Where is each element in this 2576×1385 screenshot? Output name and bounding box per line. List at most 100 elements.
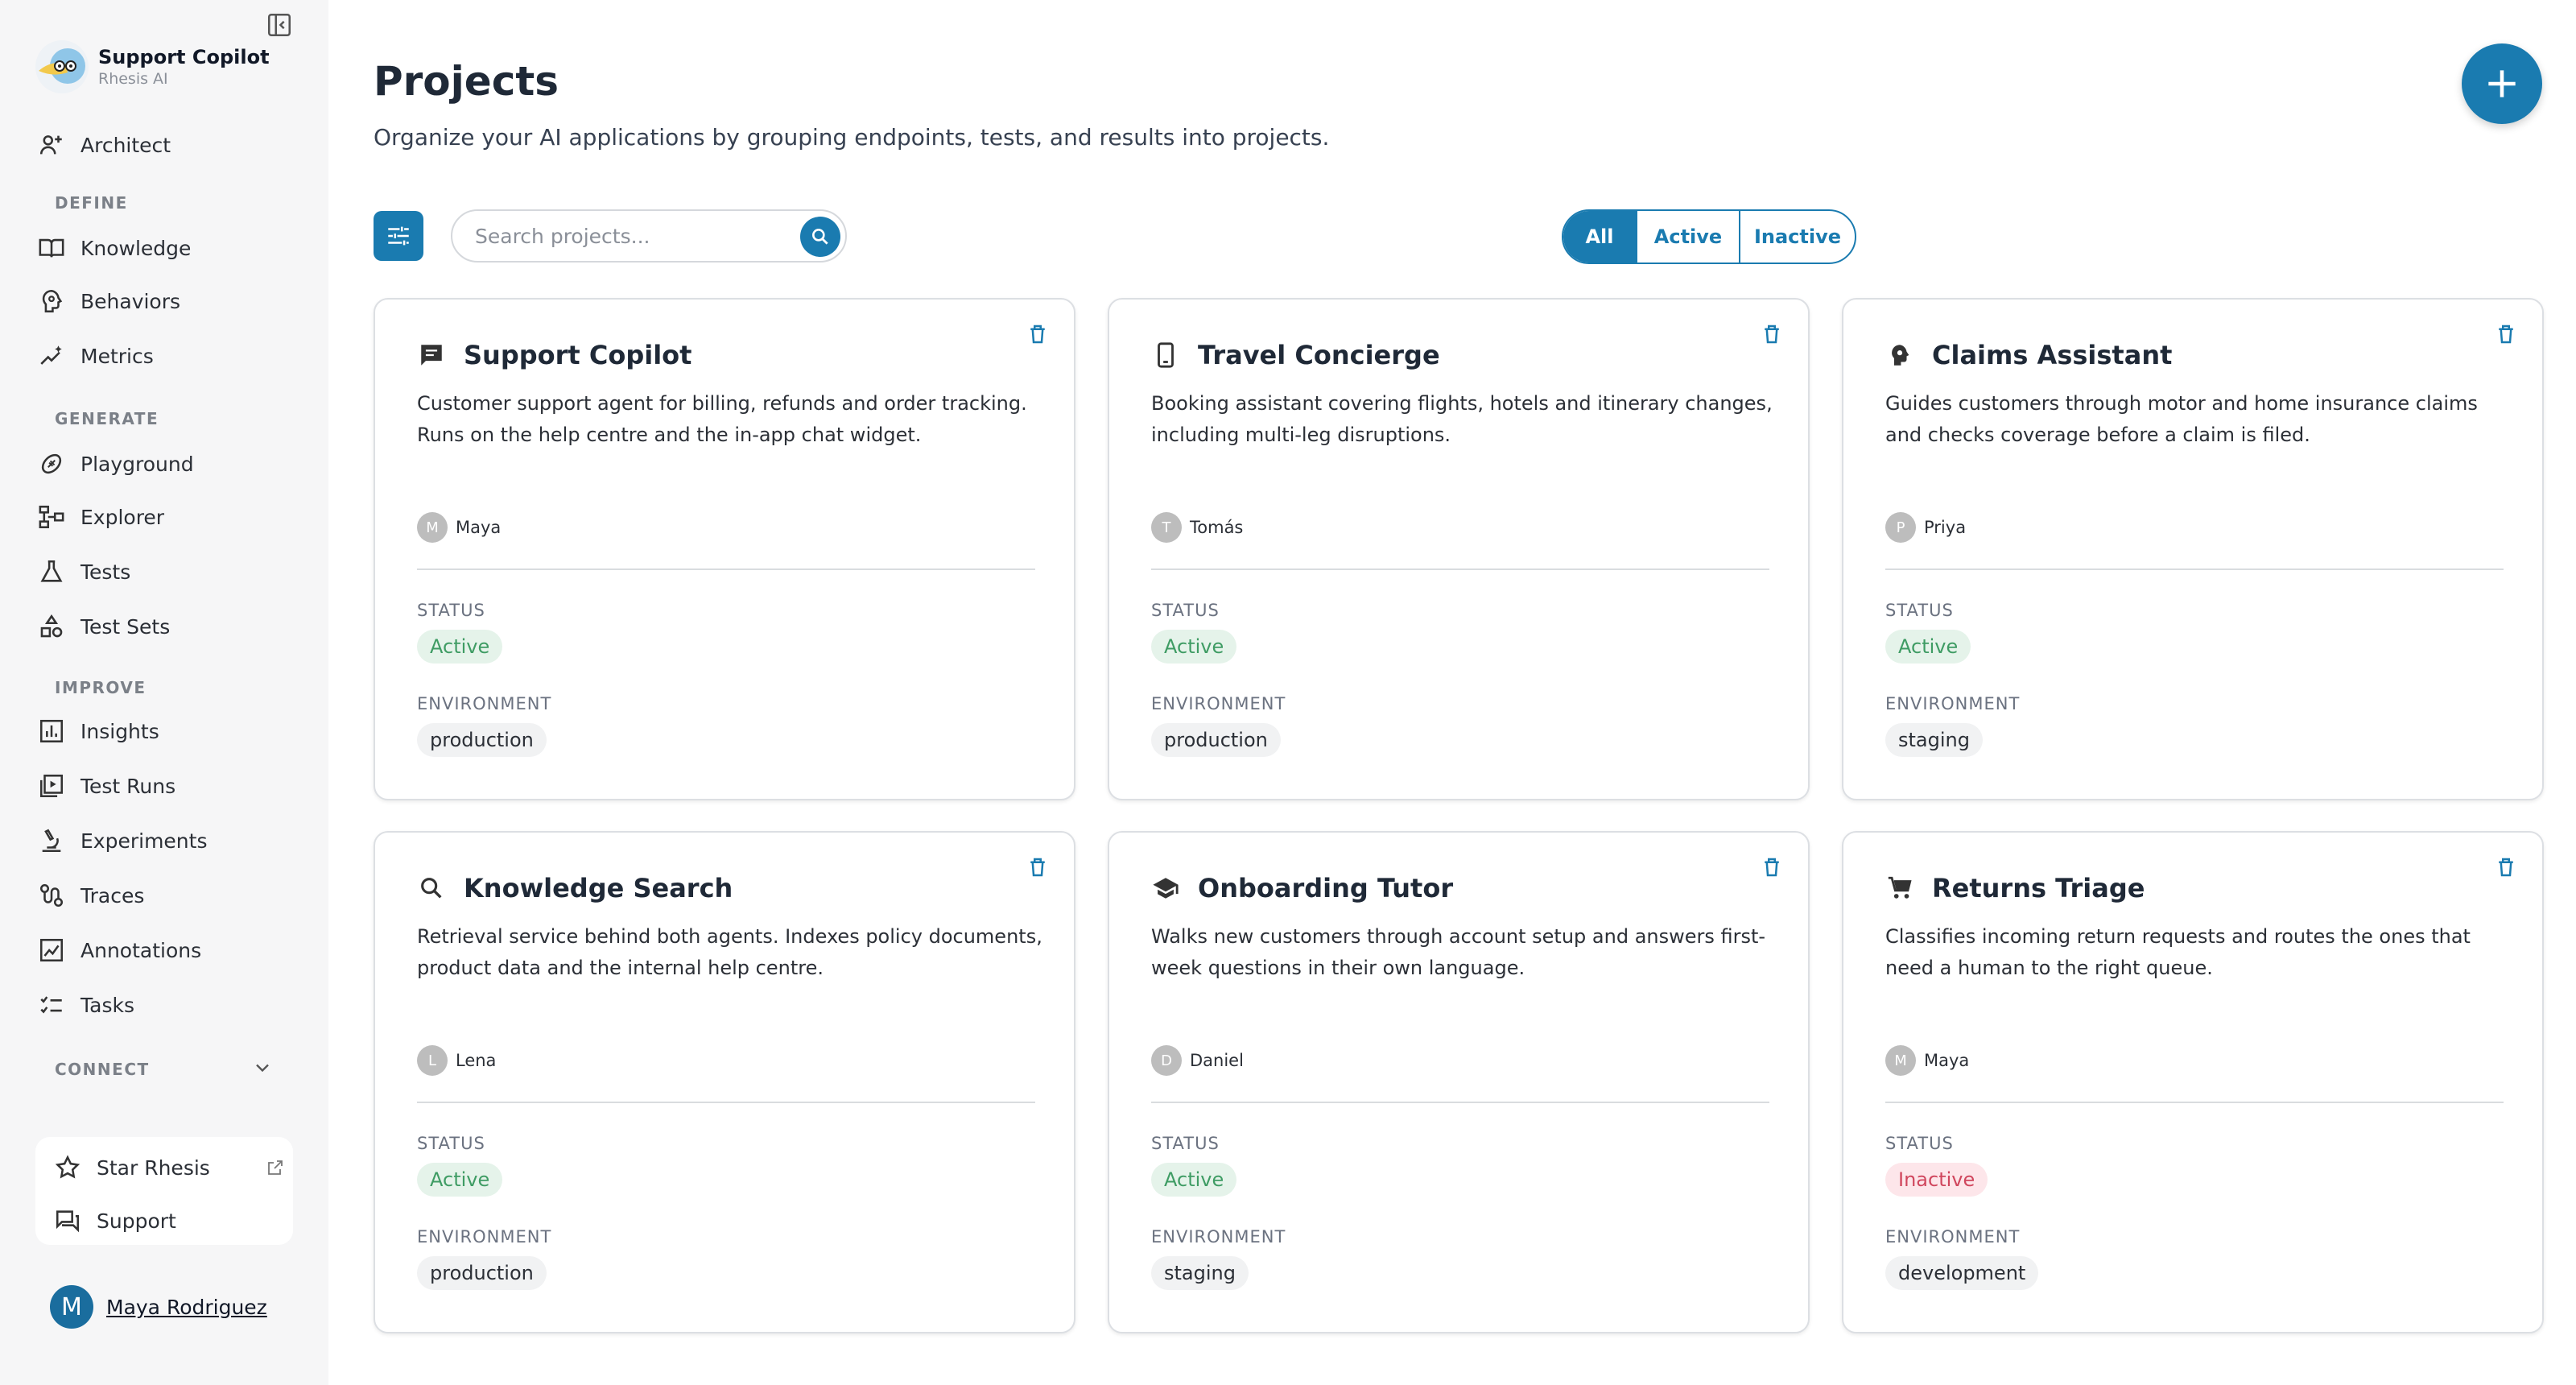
avatar: T <box>1151 512 1182 543</box>
sidebar-item-explorer[interactable]: Explorer <box>35 494 293 540</box>
sidebar: Support Copilot Rhesis AI Architect DEFI… <box>0 0 328 1385</box>
sidebar-item-knowledge[interactable]: Knowledge <box>35 225 293 271</box>
environment-label: ENVIRONMENT <box>417 1227 552 1246</box>
sidebar-item-metrics[interactable]: Metrics <box>35 333 293 378</box>
sidebar-item-label: Tests <box>80 560 131 584</box>
project-card[interactable]: Claims Assistant Guides customers throug… <box>1842 298 2544 800</box>
section-connect-toggle[interactable]: CONNECT <box>55 1056 274 1082</box>
divider <box>1885 568 2504 570</box>
environment-badge: development <box>1885 1256 2039 1290</box>
delete-icon[interactable] <box>2494 855 2518 879</box>
sidebar-item-annotations[interactable]: Annotations <box>35 928 293 973</box>
user-name[interactable]: Maya Rodriguez <box>106 1296 267 1319</box>
status-badge: Active <box>1151 630 1237 664</box>
delete-icon[interactable] <box>2494 322 2518 346</box>
architect-icon <box>35 129 68 161</box>
smartphone-icon <box>1151 341 1180 370</box>
filter-button[interactable] <box>374 211 423 261</box>
environment-label: ENVIRONMENT <box>417 694 552 713</box>
project-card[interactable]: Travel Concierge Booking assistant cover… <box>1108 298 1810 800</box>
app-brand[interactable]: Support Copilot Rhesis AI <box>35 40 270 93</box>
status-filter-toggle: All Active Inactive <box>1562 209 1856 264</box>
avatar: P <box>1885 512 1916 543</box>
section-define: DEFINE <box>55 193 128 213</box>
sidebar-item-label: Annotations <box>80 938 202 962</box>
filter-inactive[interactable]: Inactive <box>1739 211 1855 263</box>
video-library-icon <box>35 770 68 802</box>
sidebar-item-architect[interactable]: Architect <box>35 122 293 167</box>
sidebar-item-playground[interactable]: Playground <box>35 441 293 486</box>
delete-icon[interactable] <box>1026 855 1050 879</box>
school-icon <box>1151 874 1180 903</box>
forum-icon <box>52 1205 84 1237</box>
sidebar-item-insights[interactable]: Insights <box>35 709 293 754</box>
avatar: M <box>50 1285 93 1329</box>
project-card[interactable]: Onboarding Tutor Walks new customers thr… <box>1108 831 1810 1333</box>
sidebar-item-label: Architect <box>80 133 171 157</box>
avatar: D <box>1151 1045 1182 1076</box>
search-icon <box>812 229 828 245</box>
project-description: Walks new customers through account setu… <box>1151 925 1766 979</box>
chat-icon <box>417 341 446 370</box>
microscope-icon <box>35 825 68 857</box>
status-badge: Active <box>1885 630 1971 664</box>
project-name[interactable]: Travel Concierge <box>1198 340 1440 370</box>
page-title: Projects <box>374 58 559 105</box>
checklist-icon <box>35 989 68 1021</box>
category-icon <box>35 610 68 643</box>
project-name[interactable]: Claims Assistant <box>1932 340 2172 370</box>
sidebar-item-label: Test Runs <box>80 774 176 798</box>
project-card[interactable]: Knowledge Search Retrieval service behin… <box>374 831 1075 1333</box>
add-project-button[interactable] <box>2462 43 2542 124</box>
search-button[interactable] <box>800 217 840 257</box>
avatar: L <box>417 1045 448 1076</box>
owner-name: Maya <box>456 518 502 537</box>
sidebar-item-behaviors[interactable]: Behaviors <box>35 279 293 324</box>
owner-name: Tomás <box>1190 518 1244 537</box>
search-icon <box>417 874 446 903</box>
sidebar-item-label: Metrics <box>80 344 154 368</box>
page-subtitle: Organize your AI applications by groupin… <box>374 124 1330 151</box>
status-badge: Active <box>417 1163 503 1197</box>
sidebar-item-experiments[interactable]: Experiments <box>35 818 293 863</box>
sidebar-item-test-runs[interactable]: Test Runs <box>35 763 293 808</box>
app-subtitle: Rhesis AI <box>98 70 168 88</box>
sidebar-item-traces[interactable]: Traces <box>35 873 293 918</box>
project-card[interactable]: Support Copilot Customer support agent f… <box>374 298 1075 800</box>
project-card[interactable]: Returns Triage Classifies incoming retur… <box>1842 831 2544 1333</box>
sidebar-item-test-sets[interactable]: Test Sets <box>35 604 293 649</box>
avatar: M <box>1885 1045 1916 1076</box>
app-title: Support Copilot <box>98 46 270 68</box>
sidebar-item-label: Tasks <box>80 993 134 1017</box>
filter-all[interactable]: All <box>1563 211 1636 263</box>
open-external-icon <box>266 1158 285 1177</box>
collapse-sidebar-icon[interactable] <box>266 11 293 39</box>
schema-icon <box>35 501 68 533</box>
delete-icon[interactable] <box>1026 322 1050 346</box>
owner-name: Daniel <box>1190 1051 1244 1070</box>
sparkle-line-icon <box>35 340 68 372</box>
status-label: STATUS <box>1885 1134 1954 1153</box>
project-description: Booking assistant covering flights, hote… <box>1151 392 1773 446</box>
project-name[interactable]: Support Copilot <box>464 340 691 370</box>
filter-active[interactable]: Active <box>1636 211 1739 263</box>
sidebar-item-tasks[interactable]: Tasks <box>35 982 293 1027</box>
chevron-down-icon <box>251 1056 274 1082</box>
environment-label: ENVIRONMENT <box>1151 1227 1286 1246</box>
delete-icon[interactable] <box>1760 855 1784 879</box>
sidebar-item-label: Insights <box>80 719 159 743</box>
delete-icon[interactable] <box>1760 322 1784 346</box>
environment-badge: production <box>1151 723 1281 757</box>
project-description: Guides customers through motor and home … <box>1885 392 2478 446</box>
bar-chart-icon <box>35 715 68 747</box>
star-rhesis-link[interactable]: Star Rhesis <box>52 1145 285 1190</box>
search-input[interactable] <box>475 224 781 248</box>
divider <box>417 1102 1035 1103</box>
project-name[interactable]: Knowledge Search <box>464 873 733 903</box>
project-name[interactable]: Onboarding Tutor <box>1198 873 1453 903</box>
support-link[interactable]: Support <box>52 1198 285 1243</box>
project-name[interactable]: Returns Triage <box>1932 873 2145 903</box>
sidebar-item-tests[interactable]: Tests <box>35 549 293 594</box>
project-description: Customer support agent for billing, refu… <box>417 392 1027 446</box>
user-profile[interactable]: M Maya Rodriguez <box>50 1285 267 1329</box>
